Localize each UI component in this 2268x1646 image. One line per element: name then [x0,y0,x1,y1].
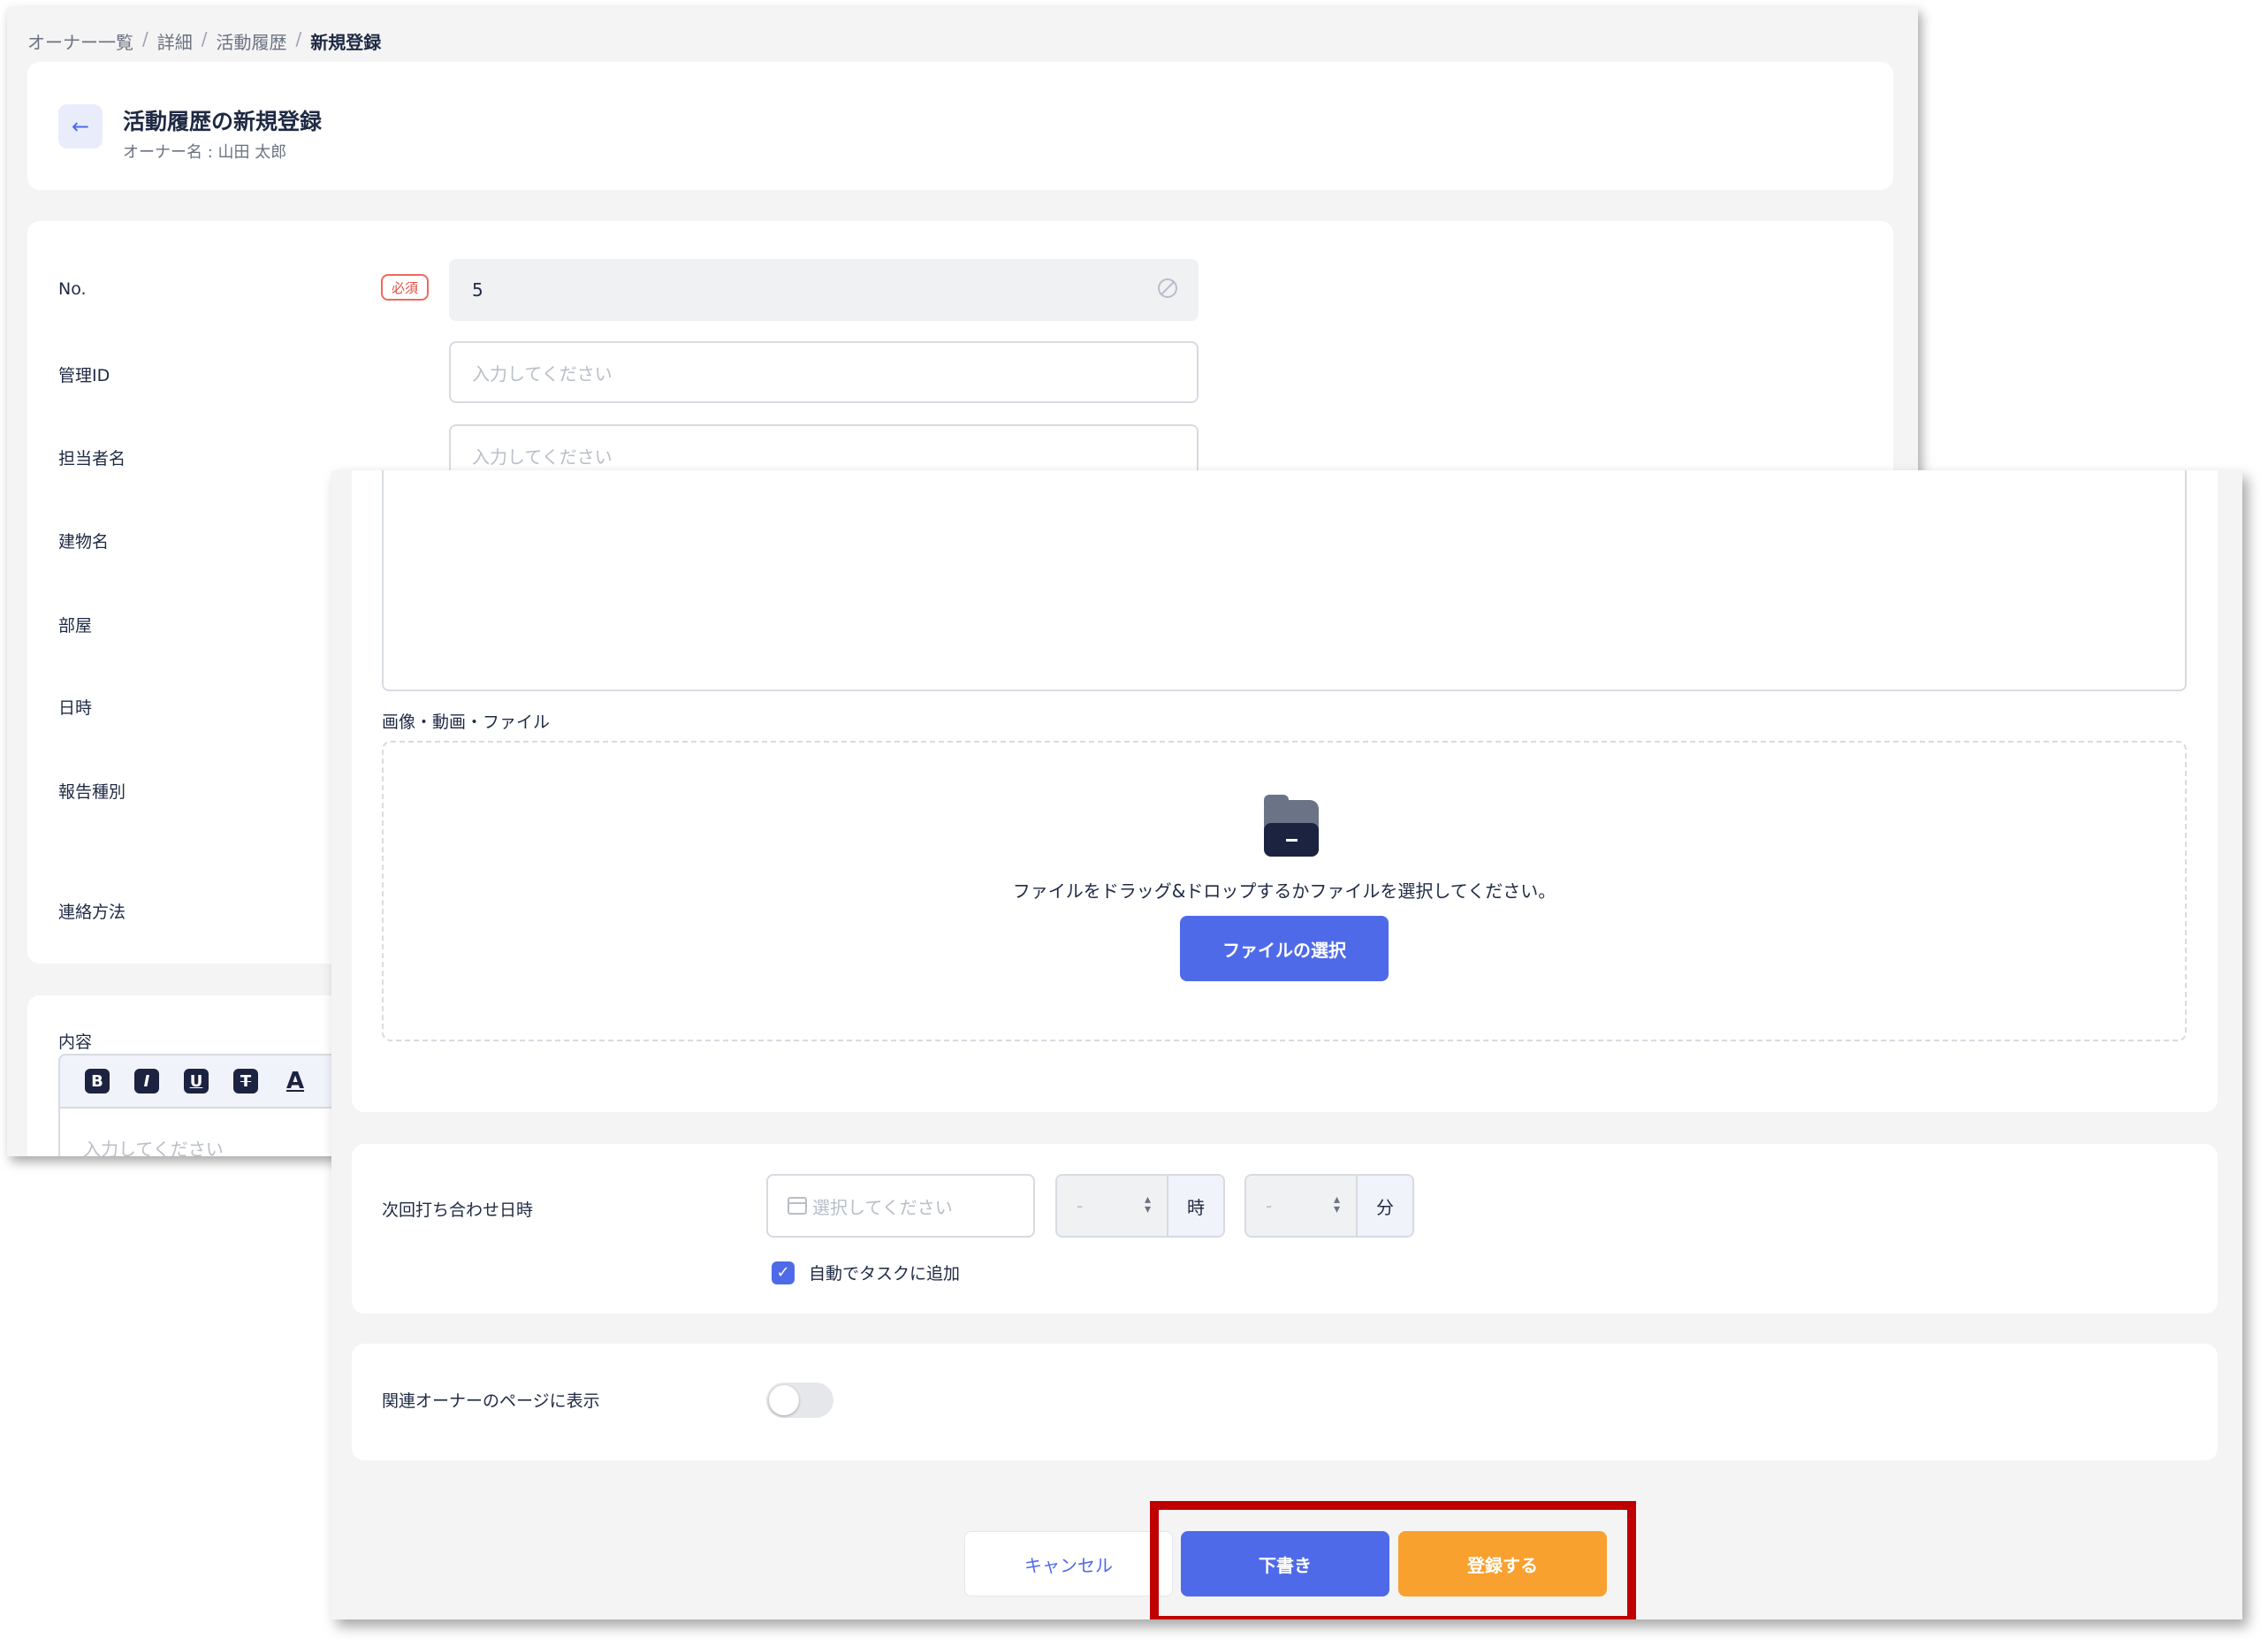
minute-unit: 分 [1356,1176,1412,1236]
drop-instructions: ファイルをドラッグ&ドロップするかファイルを選択してください。 [1012,880,1556,902]
next-meeting-card: 次回打ち合わせ日時 選択してください - ▴ ▾ 時 - ▴ ▾ 分 ✓ 自動でタス… [352,1144,2218,1314]
checkbox-checked-icon[interactable]: ✓ [772,1261,795,1284]
minute-select[interactable]: - ▴ ▾ 分 [1244,1174,1414,1238]
breadcrumb-activity-history[interactable]: 活動履歴 [217,28,287,54]
required-badge: 必須 [381,274,429,301]
breadcrumb: オーナー一覧 / 詳細 / 活動履歴 / 新規登録 [27,28,381,54]
minute-value: - [1266,1195,1273,1216]
label-building: 建物名 [58,532,110,552]
auto-task-label: 自動でタスクに追加 [809,1264,961,1284]
upload-card: 画像・動画・ファイル ファイルをドラッグ&ドロップするかファイルを選択してくださ… [352,470,2218,1112]
breadcrumb-detail[interactable]: 詳細 [157,28,193,54]
hour-select[interactable]: - ▴ ▾ 時 [1055,1174,1225,1238]
underline-icon[interactable]: U [184,1069,209,1094]
breadcrumb-separator: / [295,28,302,50]
label-show-on-owner-page: 関連オーナーのページに表示 [382,1391,600,1411]
label-room: 部屋 [58,616,93,636]
strikethrough-icon[interactable]: T [233,1069,258,1094]
back-button[interactable]: ← [58,104,103,149]
breadcrumb-separator: / [142,28,148,50]
highlight-box [1150,1501,1636,1619]
no-field: 5 [449,259,1199,321]
cancel-button[interactable]: キャンセル [964,1531,1173,1596]
label-report-type: 報告種別 [58,782,126,802]
label-content: 内容 [58,1033,93,1052]
select-file-button[interactable]: ファイルの選択 [1180,916,1389,981]
label-management-id: 管理ID [58,366,110,385]
hour-unit: 時 [1167,1176,1223,1236]
calendar-icon [788,1197,807,1215]
related-owner-card: 関連オーナーのページに表示 [352,1344,2218,1460]
page-title: 活動履歴の新規登録 [123,109,323,134]
arrow-left-icon: ← [71,114,90,139]
breadcrumb-current: 新規登録 [310,32,382,53]
date-picker-input[interactable]: 選択してください [766,1174,1035,1238]
bold-icon[interactable]: B [85,1069,110,1094]
date-placeholder: 選択してください [812,1196,953,1218]
disabled-icon [1158,278,1177,298]
management-id-input[interactable]: 入力してください [449,341,1199,403]
toggle-knob [769,1385,799,1415]
label-staff-name: 担当者名 [58,449,126,469]
content-placeholder: 入力してください [83,1139,224,1156]
owner-name: オーナー名 : 山田 太郎 [123,143,287,162]
show-on-owner-page-toggle[interactable] [766,1383,833,1418]
label-contact-method: 連絡方法 [58,903,126,922]
page-header-card: ← 活動履歴の新規登録 オーナー名 : 山田 太郎 [27,62,1893,190]
file-drop-zone[interactable]: ファイルをドラッグ&ドロップするかファイルを選択してください。 ファイルの選択 [382,741,2187,1041]
breadcrumb-owner-list[interactable]: オーナー一覧 [27,28,133,54]
label-attachments: 画像・動画・ファイル [382,713,551,732]
label-next-meeting: 次回打ち合わせ日時 [382,1200,534,1220]
label-datetime: 日時 [58,698,93,718]
breadcrumb-separator: / [201,28,208,50]
auto-task-checkbox-row[interactable]: ✓ 自動でタスクに追加 [772,1261,960,1284]
folder-icon [1264,795,1319,857]
foreground-window: 画像・動画・ファイル ファイルをドラッグ&ドロップするかファイルを選択してくださ… [331,470,2242,1619]
hour-value: - [1077,1195,1084,1216]
updown-icon: ▴ ▾ [1144,1193,1151,1216]
content-textarea[interactable] [382,470,2187,691]
italic-icon[interactable]: I [134,1069,159,1094]
label-no: No. [58,279,87,299]
no-value: 5 [472,279,483,301]
updown-icon: ▴ ▾ [1333,1193,1340,1216]
text-color-icon[interactable]: A [283,1068,308,1094]
